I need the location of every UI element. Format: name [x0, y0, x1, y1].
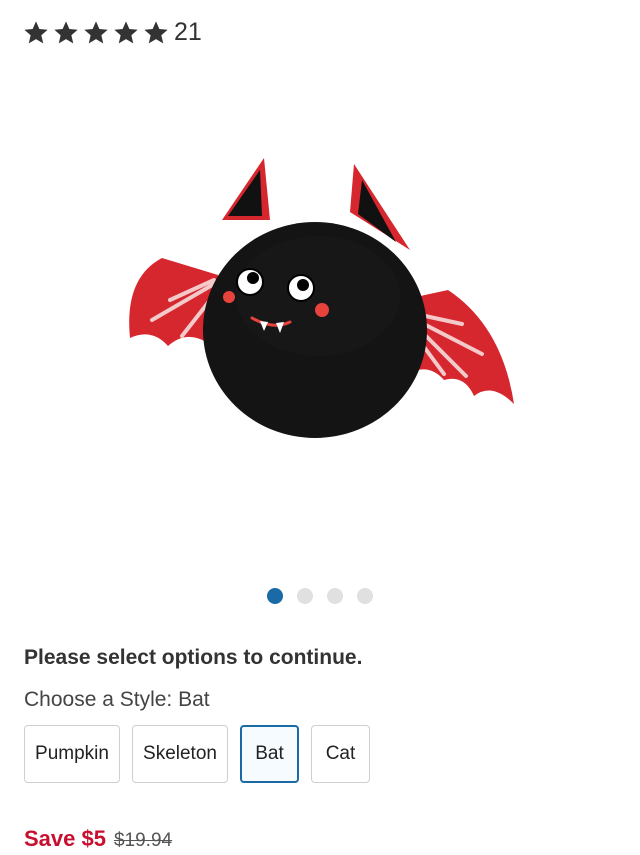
star-icon [144, 20, 168, 43]
rating-stars [22, 19, 170, 47]
product-rating[interactable]: 21 [22, 18, 202, 47]
carousel-dots [0, 588, 640, 604]
style-option-bat[interactable]: Bat [240, 725, 299, 783]
style-option-skeleton[interactable]: Skeleton [132, 725, 228, 783]
carousel-dot[interactable] [327, 588, 343, 604]
star-icon [54, 20, 78, 43]
original-price: $19.94 [113, 830, 173, 851]
star-icon [114, 20, 138, 43]
carousel-dot[interactable] [357, 588, 373, 604]
rating-count[interactable]: 21 [174, 18, 202, 47]
product-image[interactable] [110, 150, 530, 450]
star-icon [24, 20, 48, 43]
style-options: Pumpkin Skeleton Bat Cat [24, 725, 370, 783]
star-icon [84, 20, 108, 43]
style-label: Choose a Style: Bat [24, 688, 210, 711]
save-amount: Save $5 [24, 826, 106, 851]
style-option-pumpkin[interactable]: Pumpkin [24, 725, 120, 783]
style-option-cat[interactable]: Cat [311, 725, 370, 783]
select-options-notice: Please select options to continue. [24, 646, 363, 669]
carousel-dot[interactable] [267, 588, 283, 604]
carousel-dot[interactable] [297, 588, 313, 604]
price-block: Save $5 $19.94 [24, 826, 172, 852]
